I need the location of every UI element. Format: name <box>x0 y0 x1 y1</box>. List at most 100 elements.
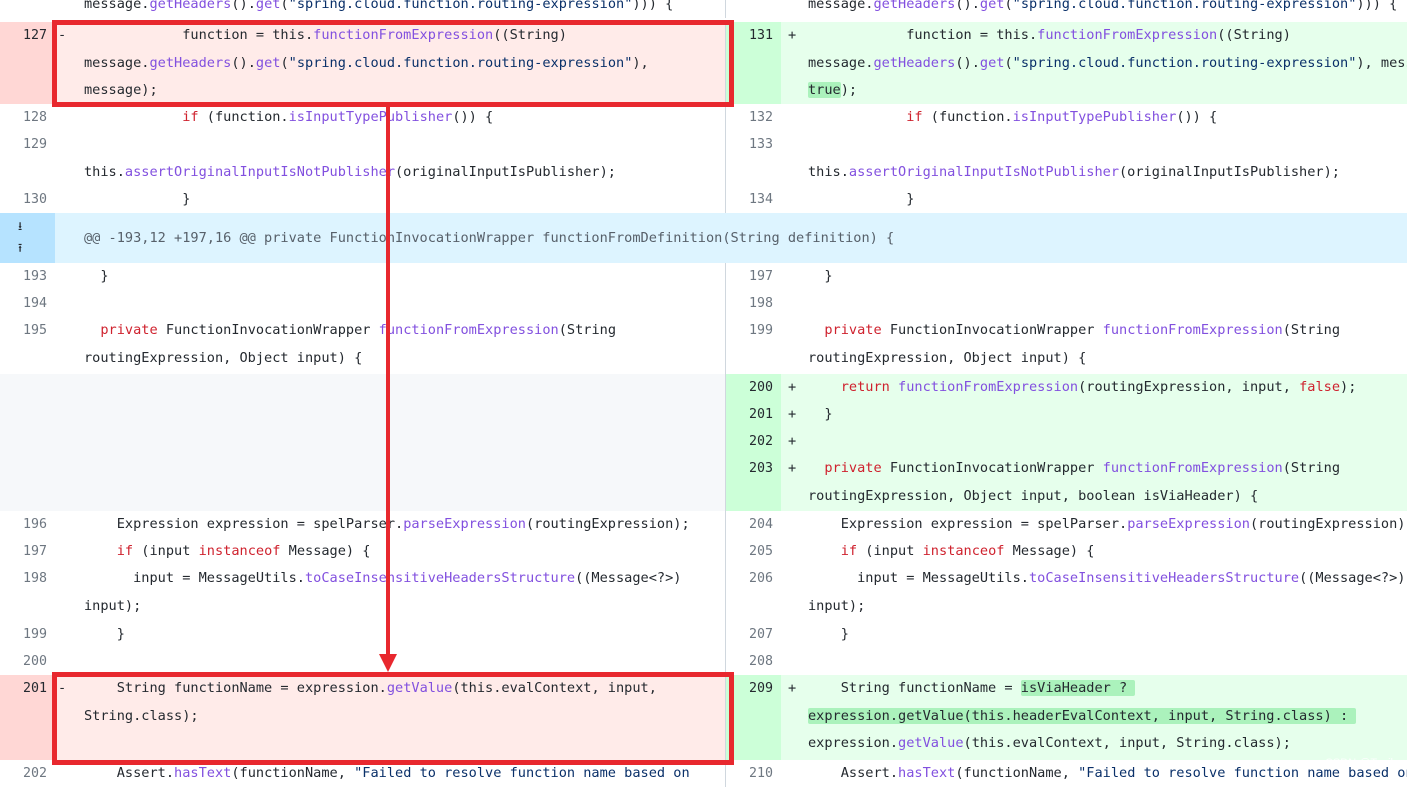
right-pane-ctx: 132 if (function.isInputTypePublisher())… <box>726 104 1407 131</box>
code-line: } <box>808 268 833 284</box>
diff-row: 202 + <box>0 428 1407 455</box>
diff-row: 203 + private FunctionInvocationWrapper f… <box>0 455 1407 511</box>
expand-down-icon[interactable]: ⭳ <box>18 217 22 238</box>
left-pane-ctx: 128 if (function.isInputTypePublisher())… <box>0 104 726 131</box>
line-number[interactable]: 198 <box>726 290 781 317</box>
line-number[interactable]: 198 <box>0 565 55 621</box>
line-number[interactable]: 196 <box>0 511 55 538</box>
left-pane-ctx: 196 Expression expression = spelParser.p… <box>0 511 726 538</box>
code-line: return functionFromExpression(routingExp… <box>840 379 1357 395</box>
right-pane-ctx: 197 } <box>726 263 1407 290</box>
line-number[interactable]: 206 <box>726 565 781 621</box>
code-line: String functionName = expression.getValu… <box>84 680 657 724</box>
line-number[interactable] <box>726 0 781 18</box>
line-number[interactable]: 201 <box>726 401 781 428</box>
line-number[interactable]: 207 <box>726 621 781 648</box>
addition-marker: + <box>788 460 797 476</box>
line-number[interactable]: 199 <box>726 317 781 374</box>
line-number[interactable]: 128 <box>0 104 55 131</box>
right-pane-ctx: 207 } <box>726 621 1407 648</box>
right-pane-ctx: 198 <box>726 290 1407 317</box>
line-number[interactable]: 197 <box>0 538 55 565</box>
right-pane-add: 201 + } <box>726 401 1407 428</box>
deletion-marker: - <box>58 680 67 696</box>
line-number[interactable]: 200 <box>0 648 55 675</box>
line-background <box>0 374 725 401</box>
line-number[interactable]: 127 <box>0 22 55 104</box>
line-number[interactable]: 210 <box>726 760 781 787</box>
code-line: function = this.functionFromExpression((… <box>84 27 649 98</box>
line-number[interactable]: 193 <box>0 263 55 290</box>
code-line: if (function.isInputTypePublisher()) { <box>182 109 494 125</box>
expand-lines-button[interactable]: ⭳ ⭱ <box>0 213 55 263</box>
diff-row: 129 this.assertOriginalInputIsNotPublishe… <box>0 131 1407 186</box>
line-number[interactable] <box>0 0 55 18</box>
right-pane-ctx: 199 private FunctionInvocationWrapper fu… <box>726 317 1407 374</box>
line-number[interactable]: 199 <box>0 621 55 648</box>
line-number[interactable]: 205 <box>726 538 781 565</box>
line-number[interactable]: 202 <box>726 428 781 455</box>
diff-row: 200 + return functionFromExpression(routi… <box>0 374 1407 401</box>
line-number[interactable]: 197 <box>726 263 781 290</box>
code-line: } <box>808 191 915 207</box>
left-pane-del: 127- function = this.functionFromExpress… <box>0 22 726 104</box>
diff-row: 197 if (input instanceof Message) {205 i… <box>0 538 1407 565</box>
diff-row: message.getHeaders().get("spring.cloud.f… <box>0 0 1407 18</box>
left-pane-del: 201- String functionName = expression.ge… <box>0 675 726 760</box>
left-pane-ctx: 193 } <box>0 263 726 290</box>
code-line: if (input instanceof Message) { <box>840 543 1095 559</box>
right-pane-add: 131 + function = this.functionFromExpress… <box>726 22 1407 104</box>
line-number[interactable]: 132 <box>726 104 781 131</box>
addition-marker: + <box>788 379 797 395</box>
right-pane-ctx: 205 if (input instanceof Message) { <box>726 538 1407 565</box>
line-background <box>0 428 725 455</box>
code-line: this.assertOriginalInputIsNotPublisher(o… <box>84 163 616 180</box>
code-line: message.getHeaders().get("spring.cloud.f… <box>84 0 674 12</box>
diff-row: 200 208 <box>0 648 1407 675</box>
diff-row: 198 input = MessageUtils.toCaseInsensiti… <box>0 565 1407 621</box>
line-number[interactable]: 200 <box>726 374 781 401</box>
code-line: if (function.isInputTypePublisher()) { <box>906 109 1218 125</box>
line-number[interactable]: 204 <box>726 511 781 538</box>
line-number[interactable]: 203 <box>726 455 781 511</box>
left-pane-ctx: message.getHeaders().get("spring.cloud.f… <box>0 0 726 18</box>
diff-row: 130 } 134 } <box>0 186 1407 213</box>
line-number[interactable]: 194 <box>0 290 55 317</box>
right-pane-add: 203 + private FunctionInvocationWrapper f… <box>726 455 1407 511</box>
line-number[interactable]: 202 <box>0 760 55 787</box>
line-number[interactable]: 201 <box>0 675 55 760</box>
right-pane-add: 209 + String functionName = isViaHeader ?… <box>726 675 1407 760</box>
annotation-arrow-head <box>379 654 397 672</box>
addition-marker: + <box>788 680 797 696</box>
line-number[interactable]: 195 <box>0 317 55 374</box>
code-line: Assert.hasText(functionName, "Failed to … <box>808 765 1407 781</box>
code-line: String functionName = isViaHeader ? expr… <box>808 680 1357 751</box>
right-pane-ctx: 210 Assert.hasText(functionName, "Failed… <box>726 760 1407 787</box>
annotation-arrow-line <box>386 104 390 660</box>
line-number[interactable]: 131 <box>726 22 781 104</box>
diff-row: 202 Assert.hasText(functionName, "Failed… <box>0 760 1407 787</box>
line-number[interactable]: 133 <box>726 131 781 186</box>
line-number[interactable]: 130 <box>0 186 55 213</box>
hunk-header: ⭳ ⭱ @@ -193,12 +197,16 @@ private Function… <box>0 213 1407 263</box>
left-pane-ctx: 129 this.assertOriginalInputIsNotPublishe… <box>0 131 726 186</box>
code-line: function = this.functionFromExpression((… <box>808 27 1407 98</box>
code-line: input = MessageUtils.toCaseInsensitiveHe… <box>808 570 1406 614</box>
right-pane-add: 202 + <box>726 428 1407 455</box>
line-number[interactable]: 134 <box>726 186 781 213</box>
left-pane-empty <box>0 374 726 401</box>
line-background <box>0 401 725 428</box>
line-number[interactable]: 209 <box>726 675 781 760</box>
expand-up-icon[interactable]: ⭱ <box>18 239 22 260</box>
line-number[interactable]: 208 <box>726 648 781 675</box>
diff-row: 193 } 197 } <box>0 263 1407 290</box>
left-pane-ctx: 194 <box>0 290 726 317</box>
left-pane-ctx: 130 } <box>0 186 726 213</box>
line-number[interactable]: 129 <box>0 131 55 186</box>
left-pane-ctx: 197 if (input instanceof Message) { <box>0 538 726 565</box>
